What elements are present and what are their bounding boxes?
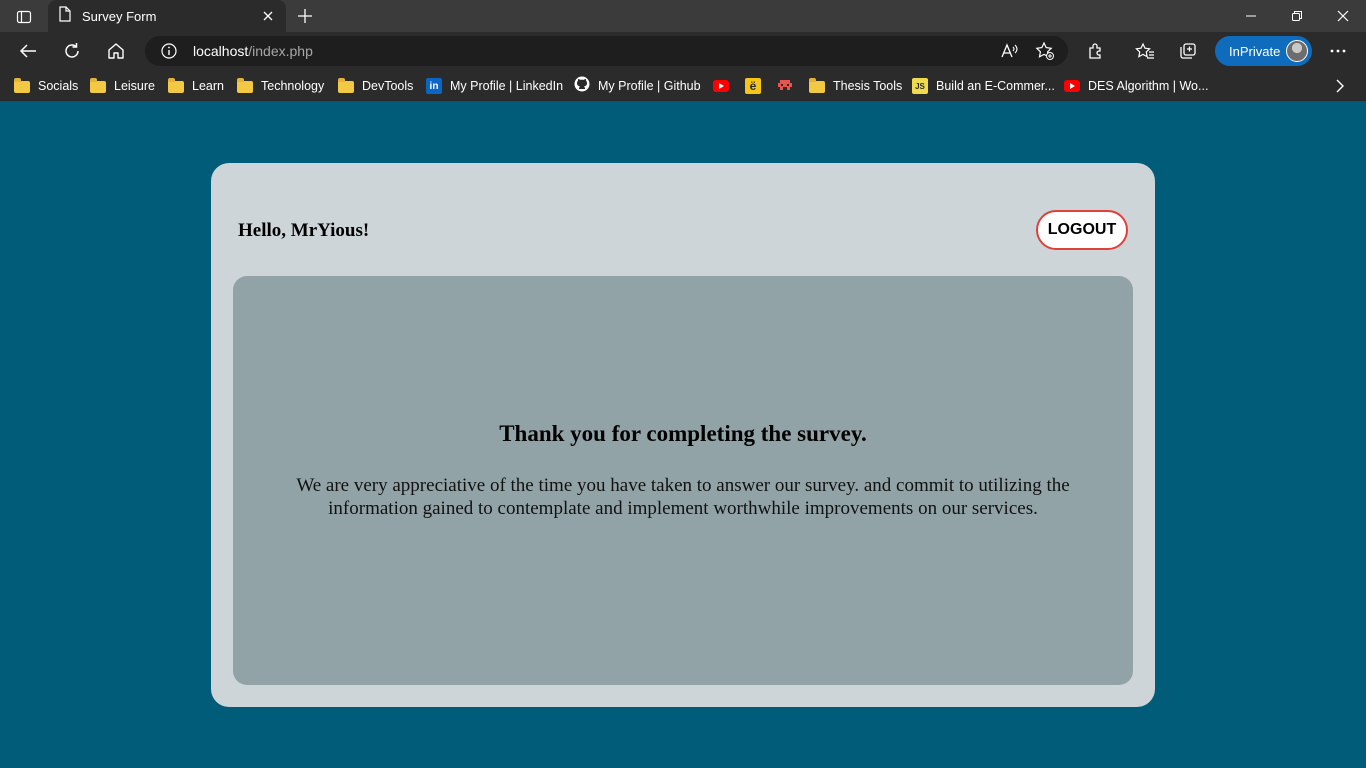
address-bar[interactable]: localhost/index.php [145, 36, 1068, 66]
inprivate-button[interactable]: InPrivate [1215, 36, 1312, 66]
bookmarks-bar: Socials Leisure Learn Technology DevTool… [0, 70, 1366, 102]
tab-strip: Survey Form [0, 0, 1366, 32]
back-icon[interactable] [14, 38, 42, 64]
close-tab-icon[interactable] [260, 8, 276, 24]
bookmark-label: DevTools [362, 79, 414, 93]
thank-you-message: We are very appreciative of the time you… [296, 475, 1070, 519]
bookmark-learn[interactable]: Learn [168, 76, 224, 96]
minimize-icon[interactable] [1228, 0, 1274, 32]
bookmark-label: Leisure [114, 79, 155, 93]
greeting-text: Hello, MrYious! [238, 220, 370, 241]
home-icon[interactable] [102, 38, 130, 64]
new-tab-icon[interactable] [294, 5, 316, 27]
collections-icon[interactable] [1174, 38, 1202, 64]
pixel-icon [777, 77, 793, 96]
bookmark-devtools[interactable]: DevTools [338, 76, 413, 96]
inprivate-label: InPrivate [1229, 43, 1281, 59]
youtube-icon [1064, 77, 1080, 96]
folder-icon [809, 78, 825, 93]
bookmark-label: Socials [38, 79, 79, 93]
tab-actions-icon[interactable] [10, 6, 38, 28]
bookmark-label: Technology [261, 79, 325, 93]
bookmark-label: Thesis Tools [833, 79, 903, 93]
address-host: localhost [193, 43, 249, 59]
thank-you-panel: Thank you for completing the survey. We … [233, 276, 1133, 685]
folder-icon [168, 78, 184, 93]
bookmark-des-algorithm[interactable]: DES Algorithm | Wo... [1064, 76, 1208, 96]
folder-icon [90, 78, 106, 93]
bookmark-linkedin[interactable]: in My Profile | LinkedIn [426, 76, 563, 96]
read-aloud-icon[interactable] [1000, 42, 1018, 64]
info-icon[interactable] [161, 43, 177, 63]
browser-toolbar: localhost/index.php InPrivate [0, 32, 1366, 70]
bookmark-label: DES Algorithm | Wo... [1088, 79, 1209, 93]
survey-card: Hello, MrYious! LOGOUT Thank you for com… [211, 163, 1155, 707]
bookmark-pixel[interactable] [777, 76, 793, 96]
bookmark-label: Learn [192, 79, 224, 93]
bookmark-technology[interactable]: Technology [237, 76, 324, 96]
bookmark-leisure[interactable]: Leisure [90, 76, 155, 96]
tab-title: Survey Form [82, 8, 157, 24]
folder-icon [338, 78, 354, 93]
bookmark-thesis-tools[interactable]: Thesis Tools [809, 76, 902, 96]
bookmark-socials[interactable]: Socials [14, 76, 78, 96]
profile-avatar [1286, 40, 1308, 62]
logout-button[interactable]: LOGOUT [1036, 210, 1128, 250]
favorites-icon[interactable] [1131, 38, 1159, 64]
address-path: /index.php [248, 43, 313, 59]
active-tab[interactable]: Survey Form [48, 0, 286, 32]
refresh-icon[interactable] [58, 38, 86, 64]
folder-icon [237, 78, 253, 93]
bookmark-github[interactable]: My Profile | Github [574, 76, 701, 96]
bookmark-e[interactable]: ë [745, 76, 761, 96]
linkedin-icon: in [426, 78, 442, 94]
e-icon: ë [745, 78, 761, 94]
thank-you-heading: Thank you for completing the survey. [499, 421, 867, 446]
address-url: localhost/index.php [193, 43, 313, 59]
bookmark-ecommerce[interactable]: JS Build an E-Commer... [912, 76, 1055, 96]
restore-icon[interactable] [1274, 0, 1320, 32]
bookmark-label: Build an E-Commer... [936, 79, 1055, 93]
js-icon: JS [912, 78, 928, 94]
add-favorite-icon[interactable] [1035, 41, 1055, 65]
close-window-icon[interactable] [1320, 0, 1366, 32]
youtube-icon [713, 77, 729, 96]
bookmark-youtube[interactable] [713, 76, 729, 96]
more-options-icon[interactable] [1324, 38, 1352, 64]
chevron-right-icon[interactable] [1330, 76, 1350, 96]
bookmark-label: My Profile | LinkedIn [450, 79, 564, 93]
bookmark-label: My Profile | Github [598, 79, 701, 93]
folder-icon [14, 78, 30, 93]
page-icon [58, 6, 72, 26]
extensions-icon[interactable] [1082, 38, 1110, 64]
github-icon [574, 76, 590, 96]
